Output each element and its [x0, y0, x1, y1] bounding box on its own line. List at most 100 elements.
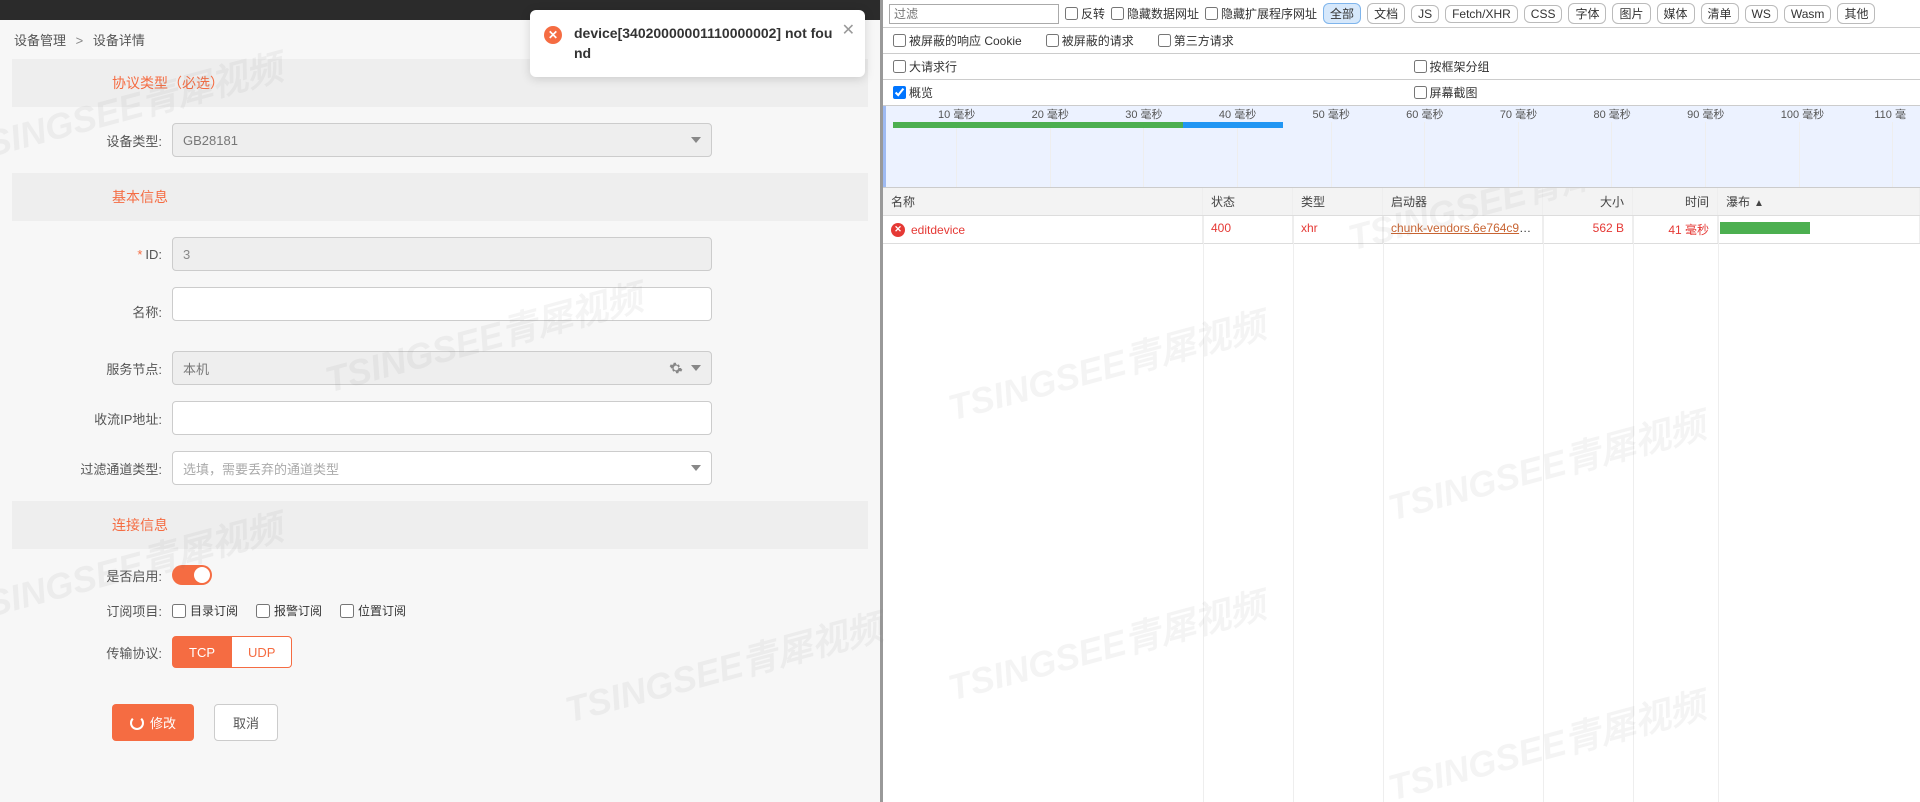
label-device-type: 设备类型: — [32, 131, 172, 150]
label-id: *ID: — [32, 247, 172, 262]
table-row[interactable]: ✕ editdevice 400 xhr chunk-vendors.6e764c… — [883, 216, 1920, 244]
watermark: TSINGSEE青犀视频 — [1382, 397, 1710, 532]
type-fetch[interactable]: Fetch/XHR — [1445, 5, 1518, 23]
transport-udp[interactable]: UDP — [232, 636, 292, 668]
toast-message: device[34020000001110000002] not found — [574, 24, 835, 63]
check-invert[interactable]: 反转 — [1065, 5, 1105, 22]
label-subscribe: 订阅项目: — [32, 601, 172, 620]
check-overview[interactable]: 概览 — [893, 84, 933, 101]
timeline-tick: 90 毫秒 — [1687, 106, 1724, 122]
error-toast: ✕ device[34020000001110000002] not found… — [530, 10, 865, 77]
select-device-type-value: GB28181 — [183, 133, 238, 148]
type-css[interactable]: CSS — [1524, 5, 1563, 23]
type-other[interactable]: 其他 — [1837, 3, 1875, 24]
timeline-tick: 80 毫秒 — [1593, 106, 1630, 122]
section-connection: 连接信息 — [12, 501, 868, 549]
input-id — [172, 237, 712, 271]
transport-tcp[interactable]: TCP — [172, 636, 232, 668]
timeline-tick: 110 毫 — [1874, 106, 1906, 122]
check-big-req[interactable]: 大请求行 — [893, 58, 957, 75]
type-font[interactable]: 字体 — [1568, 3, 1606, 24]
chevron-down-icon — [691, 137, 701, 143]
select-service-node[interactable]: 本机 — [172, 351, 712, 385]
watermark: TSINGSEE青犀视频 — [942, 577, 1270, 712]
check-blocked-cookie[interactable]: 被屏蔽的响应 Cookie — [893, 32, 1022, 49]
filter-input[interactable] — [889, 4, 1059, 24]
type-wasm[interactable]: Wasm — [1784, 5, 1832, 23]
devtools-filterbar: 反转 隐藏数据网址 隐藏扩展程序网址 全部 文档 JS Fetch/XHR CS… — [883, 0, 1920, 28]
label-filter-channel: 过滤通道类型: — [32, 459, 172, 478]
check-third-party[interactable]: 第三方请求 — [1158, 32, 1234, 49]
chevron-down-icon — [691, 465, 701, 471]
watermark: TSINGSEE青犀视频 — [942, 297, 1270, 432]
type-all[interactable]: 全部 — [1323, 3, 1361, 24]
label-enable: 是否启用: — [32, 566, 172, 585]
app-panel: 设备管理 > 设备详情 协议类型（必选） 设备类型: GB28181 基本信息 … — [0, 0, 880, 802]
row-name: editdevice — [911, 223, 965, 237]
sort-asc-icon: ▲ — [1754, 198, 1764, 209]
col-waterfall[interactable]: 瀑布▲ — [1718, 188, 1920, 215]
col-type[interactable]: 类型 — [1293, 188, 1383, 215]
chevron-down-icon — [691, 365, 701, 371]
timeline-tick: 100 毫秒 — [1781, 106, 1824, 122]
col-time[interactable]: 时间 — [1633, 188, 1718, 215]
select-filter-channel[interactable]: 选填，需要丢弃的通道类型 — [172, 451, 712, 485]
col-size[interactable]: 大小 — [1543, 188, 1633, 215]
type-manifest[interactable]: 清单 — [1701, 3, 1739, 24]
select-device-type[interactable]: GB28181 — [172, 123, 712, 157]
timeline-tick: 70 毫秒 — [1500, 106, 1537, 122]
label-name: 名称: — [32, 302, 172, 321]
transport-group: TCP UDP — [172, 636, 712, 668]
loading-icon — [130, 716, 144, 730]
watermark: TSINGSEE青犀视频 — [1382, 677, 1710, 802]
timeline-tick: 20 毫秒 — [1032, 106, 1069, 122]
type-js[interactable]: JS — [1411, 5, 1439, 23]
row-time: 41 毫秒 — [1633, 216, 1718, 243]
timeline-tick: 50 毫秒 — [1313, 106, 1350, 122]
modify-button[interactable]: 修改 — [112, 704, 194, 741]
row-waterfall — [1718, 216, 1920, 243]
row-size: 562 B — [1543, 216, 1633, 243]
checkbox-position[interactable]: 位置订阅 — [340, 602, 406, 619]
row-type: xhr — [1293, 216, 1383, 243]
table-header: 名称 状态 类型 启动器 大小 时间 瀑布▲ — [883, 188, 1920, 216]
check-group-frame[interactable]: 按框架分组 — [1414, 58, 1490, 75]
col-status[interactable]: 状态 — [1203, 188, 1293, 215]
input-receive-ip[interactable] — [172, 401, 712, 435]
type-ws[interactable]: WS — [1745, 5, 1778, 23]
checkbox-catalog[interactable]: 目录订阅 — [172, 602, 238, 619]
timeline-tick: 60 毫秒 — [1406, 106, 1443, 122]
network-table: 名称 状态 类型 启动器 大小 时间 瀑布▲ ✕ editdevice 400 x… — [883, 188, 1920, 802]
select-service-node-value: 本机 — [183, 359, 209, 378]
timeline-overview[interactable]: 10 毫秒20 毫秒30 毫秒40 毫秒50 毫秒60 毫秒70 毫秒80 毫秒… — [883, 106, 1920, 188]
type-img[interactable]: 图片 — [1612, 3, 1650, 24]
label-transport: 传输协议: — [32, 643, 172, 662]
error-icon: ✕ — [891, 223, 905, 237]
col-name[interactable]: 名称 — [883, 188, 1203, 215]
cancel-button[interactable]: 取消 — [214, 704, 278, 741]
close-icon[interactable]: ✕ — [842, 20, 855, 40]
row-initiator[interactable]: chunk-vendors.6e764c9e.j… — [1391, 221, 1543, 235]
checkbox-alarm[interactable]: 报警订阅 — [256, 602, 322, 619]
section-basic: 基本信息 — [12, 173, 868, 221]
devtools-panel: 反转 隐藏数据网址 隐藏扩展程序网址 全部 文档 JS Fetch/XHR CS… — [880, 0, 1920, 802]
input-name[interactable] — [172, 287, 712, 321]
timeline-tick: 30 毫秒 — [1125, 106, 1162, 122]
label-receive-ip: 收流IP地址: — [32, 409, 172, 428]
check-blocked-req[interactable]: 被屏蔽的请求 — [1046, 32, 1134, 49]
error-icon: ✕ — [544, 26, 562, 44]
check-hide-data[interactable]: 隐藏数据网址 — [1111, 5, 1199, 22]
col-initiator[interactable]: 启动器 — [1383, 188, 1543, 215]
breadcrumb-b[interactable]: 设备详情 — [93, 33, 145, 48]
gear-icon[interactable] — [669, 361, 683, 375]
breadcrumb-sep: > — [76, 33, 84, 48]
check-screenshot[interactable]: 屏幕截图 — [1414, 84, 1478, 101]
toggle-enable[interactable] — [172, 565, 212, 585]
row-status: 400 — [1203, 216, 1293, 243]
type-doc[interactable]: 文档 — [1367, 3, 1405, 24]
select-filter-placeholder: 选填，需要丢弃的通道类型 — [183, 459, 339, 478]
check-hide-ext[interactable]: 隐藏扩展程序网址 — [1205, 5, 1317, 22]
type-media[interactable]: 媒体 — [1657, 3, 1695, 24]
breadcrumb-a[interactable]: 设备管理 — [14, 33, 66, 48]
label-service-node: 服务节点: — [32, 359, 172, 378]
